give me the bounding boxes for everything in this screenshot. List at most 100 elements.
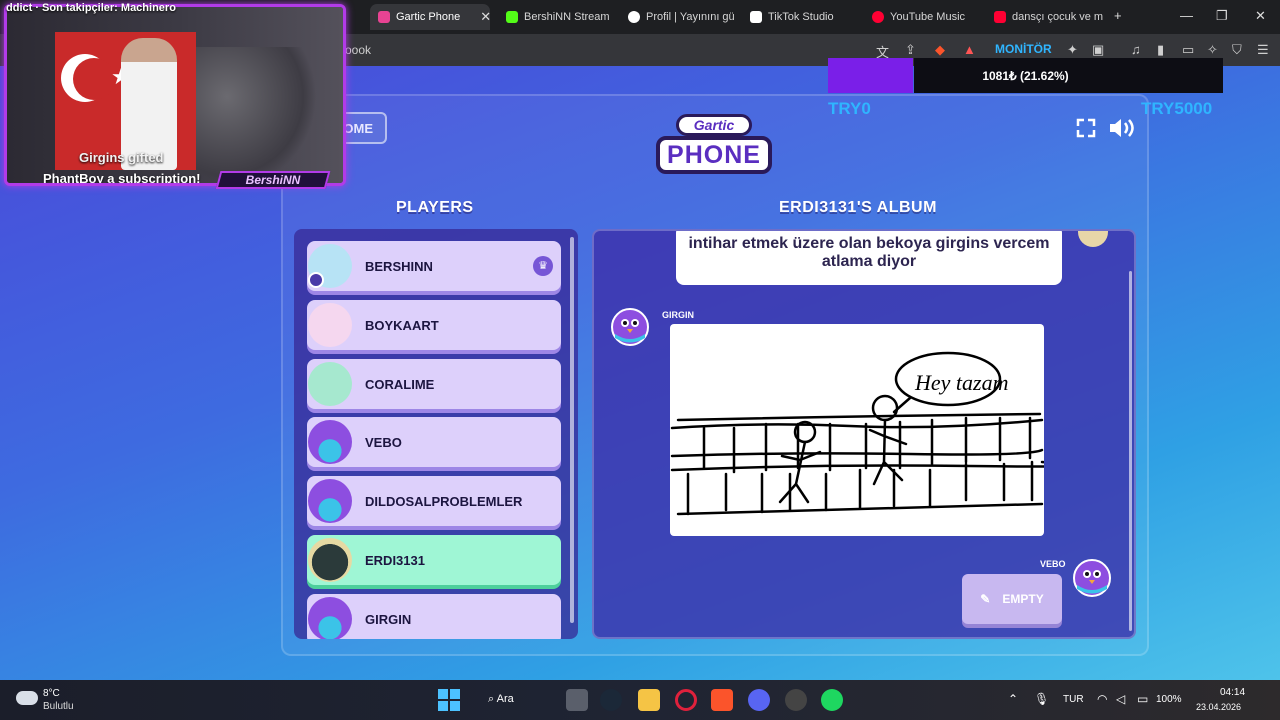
weather-description[interactable]: Bulutlu [43, 701, 74, 712]
player-row[interactable]: VEBO [307, 417, 561, 467]
menu-icon[interactable]: ☰ [1257, 42, 1269, 58]
brave-icon[interactable] [711, 689, 733, 711]
share-icon[interactable]: ⇪ [905, 42, 916, 58]
player-avatar [308, 538, 352, 582]
search-label: Ara [496, 693, 514, 705]
volume-icon[interactable]: ◁ [1116, 692, 1125, 706]
sidebar-icon[interactable]: ▮ [1157, 42, 1164, 58]
tab-label: YouTube Music [890, 11, 966, 23]
players-scrollbar[interactable] [570, 237, 574, 623]
sound-icon[interactable] [1108, 117, 1136, 139]
tab-tiktok-studio[interactable]: TikTok Studio [742, 4, 862, 30]
player-row[interactable]: CORALIME [307, 359, 561, 409]
wifi-icon[interactable]: ◠ [1097, 692, 1107, 706]
players-title: PLAYERS [396, 199, 474, 216]
profile-favicon-icon [628, 11, 640, 23]
windows-start-icon[interactable] [438, 689, 460, 711]
album-title: ERDI3131'S ALBUM [779, 199, 937, 216]
girgin-avatar [611, 308, 649, 346]
tab-profil[interactable]: Profil | Yayınını gü [620, 4, 740, 30]
windows-taskbar: 8°C Bulutlu ⌕ Ara ⌃ 🎙 TUR ◠ ◁ ▭ 100% 04:… [0, 680, 1280, 720]
drawing-card: Hey tazam [670, 324, 1070, 536]
player-row[interactable]: DILDOSALPROBLEMLER [307, 476, 561, 526]
stream-ticker: ddict · Son takipçiler: Machinero [6, 2, 176, 14]
clock-date[interactable]: 23.04.2026 [1196, 702, 1241, 712]
tab-label: dansçı çocuk ve m [1012, 11, 1104, 23]
player-name: ERDI3131 [365, 552, 425, 568]
screenshot-icon[interactable]: ▣ [1092, 42, 1104, 58]
player-name: DILDOSALPROBLEMLER [365, 493, 523, 509]
task-view-icon[interactable] [566, 689, 588, 711]
fullscreen-icon[interactable] [1076, 118, 1096, 138]
music-icon[interactable]: ♫ [1131, 42, 1141, 57]
vpn-icon[interactable]: ⛉ [1232, 42, 1242, 58]
monitor-extension-label[interactable]: MONİTÖR [995, 42, 1052, 56]
opera-icon[interactable] [675, 689, 697, 711]
next-author-label: VEBO [1040, 559, 1066, 569]
player-avatar [308, 362, 352, 406]
file-explorer-icon[interactable] [638, 689, 660, 711]
host-icon [308, 272, 324, 288]
player-row[interactable]: BERSHINN ♛ [307, 241, 561, 291]
vebo-avatar [1073, 559, 1111, 597]
player-avatar [308, 597, 352, 639]
caption-card: intihar etmek üzere olan bekoya girgins … [676, 231, 1062, 285]
kick-favicon-icon [506, 11, 518, 23]
empty-button[interactable]: ✎ EMPTY [962, 574, 1062, 624]
obs-icon[interactable] [785, 689, 807, 711]
brave-shield-icon[interactable]: ◆ [935, 42, 945, 58]
goal-start-label: TRY0 [828, 99, 871, 118]
discord-icon[interactable] [748, 689, 770, 711]
wallet-icon[interactable]: ▭ [1182, 42, 1194, 58]
webcam-frame: ★ Girgins gifted PhantBoy a subscription… [4, 4, 346, 186]
empty-label: EMPTY [1002, 592, 1044, 606]
new-tab-icon[interactable]: + [1114, 8, 1122, 23]
input-language[interactable]: TUR [1063, 694, 1084, 705]
close-icon[interactable]: ✕ [480, 9, 490, 25]
spotify-icon[interactable] [821, 689, 843, 711]
logo-bottom-text: PHONE [656, 136, 772, 174]
youtube-favicon-icon [994, 11, 1006, 23]
tab-gartic-phone[interactable]: Gartic Phone ✕ [370, 4, 490, 30]
caption-text: intihar etmek üzere olan bekoya girgins … [688, 235, 1050, 270]
alert-line-1: Girgins gifted [79, 150, 164, 165]
album-panel: intihar etmek üzere olan bekoya girgins … [592, 229, 1136, 639]
drawing-canvas: Hey tazam [670, 351, 1070, 516]
speech-bubble-text: Hey tazam [914, 370, 1008, 395]
crescent-cutout [73, 58, 115, 100]
player-avatar [308, 303, 352, 347]
alert-line-2: PhantBoy a subscription! [43, 171, 201, 186]
player-row[interactable]: GIRGIN [307, 594, 561, 639]
brave-rewards-icon[interactable]: ▲ [963, 42, 976, 57]
tiktok-favicon-icon [750, 11, 762, 23]
tab-label: Gartic Phone [396, 11, 461, 23]
steam-icon[interactable] [600, 689, 622, 711]
extensions-icon[interactable]: ✦ [1067, 42, 1078, 58]
tab-label: Profil | Yayınını gü [646, 11, 735, 23]
drawing-author-label: GIRGIN [662, 310, 695, 320]
weather-temperature[interactable]: 8°C [43, 688, 60, 699]
player-avatar [308, 420, 352, 464]
tab-label: BershiNN Stream [524, 11, 610, 23]
battery-icon[interactable]: ▭ [1137, 692, 1148, 706]
player-name: GIRGIN [365, 611, 412, 627]
minimize-icon[interactable]: — [1180, 8, 1193, 23]
donation-goal-text: 1081₺ (21.62%) [982, 69, 1069, 83]
album-scrollbar[interactable] [1129, 271, 1132, 631]
tray-overflow-icon[interactable]: ⌃ [1008, 692, 1018, 706]
tab-dansci-cocuk[interactable]: dansçı çocuk ve m [986, 4, 1106, 30]
leo-ai-icon[interactable]: ✧ [1207, 42, 1218, 58]
clock-time[interactable]: 04:14 [1220, 687, 1245, 698]
microphone-icon[interactable]: 🎙 [1034, 692, 1049, 706]
youtube-music-favicon-icon [872, 11, 884, 23]
player-row[interactable]: BOYKAART [307, 300, 561, 350]
restore-icon[interactable]: ❐ [1216, 8, 1228, 24]
gartic-phone-logo: Gartic PHONE [654, 112, 774, 182]
cloud-icon[interactable] [16, 691, 38, 705]
tab-bershinn-stream[interactable]: BershiNN Stream [498, 4, 618, 30]
window-close-icon[interactable]: ✕ [1255, 8, 1266, 24]
taskbar-search[interactable]: ⌕ Ara [488, 689, 550, 711]
logo-top-text: Gartic [676, 114, 752, 136]
player-row-active[interactable]: ERDI3131 [307, 535, 561, 585]
tab-youtube-music[interactable]: YouTube Music [864, 4, 984, 30]
